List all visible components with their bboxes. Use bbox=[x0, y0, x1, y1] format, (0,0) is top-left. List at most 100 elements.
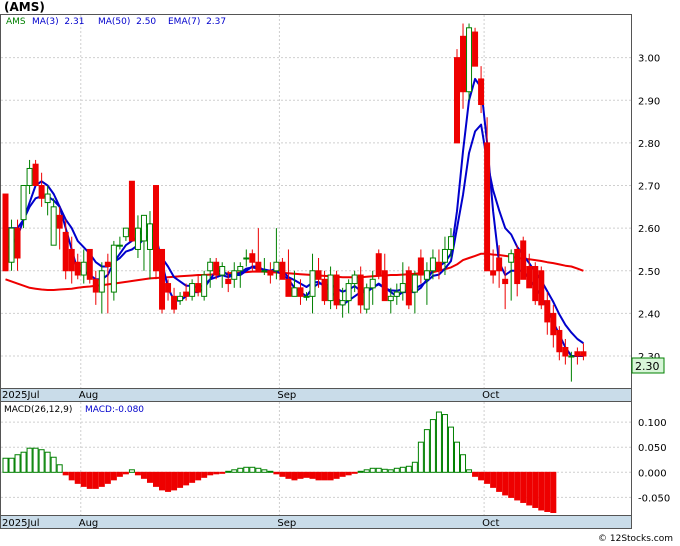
macd-bar bbox=[159, 471, 166, 491]
macd-bar bbox=[447, 426, 454, 473]
macd-bar bbox=[201, 471, 208, 478]
macd-bar bbox=[225, 470, 232, 473]
candle-body bbox=[490, 270, 497, 276]
candle-body bbox=[381, 270, 388, 302]
candle-body bbox=[201, 274, 208, 297]
candle-body bbox=[291, 287, 298, 297]
candle-body bbox=[249, 253, 256, 263]
candle-body bbox=[556, 329, 563, 353]
macd-bar bbox=[508, 471, 515, 498]
x-tick-label: Sep bbox=[277, 390, 296, 401]
macd-bar bbox=[345, 471, 352, 476]
macd-bar bbox=[267, 470, 274, 473]
candle-body bbox=[478, 78, 485, 106]
price-tick-label: 2.90 bbox=[638, 96, 660, 107]
x-tick-label: Oct bbox=[482, 518, 499, 529]
macd-bar bbox=[381, 468, 388, 473]
candle-body bbox=[2, 193, 9, 272]
legend-ma3: MA(3) 2.31 bbox=[32, 17, 84, 27]
candle-body bbox=[44, 193, 51, 204]
macd-bar bbox=[177, 471, 184, 488]
macd-bar bbox=[44, 451, 51, 473]
macd-bar bbox=[399, 466, 406, 473]
candle-body bbox=[429, 257, 436, 272]
macd-tick-label: 0.000 bbox=[638, 468, 667, 479]
candle-body bbox=[273, 261, 280, 272]
candle-body bbox=[183, 291, 190, 297]
macd-bar bbox=[128, 469, 135, 473]
macd-bar bbox=[429, 419, 436, 473]
candle-body bbox=[38, 185, 45, 199]
x-tick-label: Aug bbox=[79, 518, 99, 529]
watermark: © 12Stocks.com bbox=[598, 534, 673, 544]
candle-body bbox=[50, 206, 57, 246]
candle-body bbox=[32, 163, 39, 187]
candle-body bbox=[514, 248, 521, 285]
macd-bar bbox=[315, 471, 322, 481]
macd-bar bbox=[351, 471, 358, 474]
candle-body bbox=[92, 278, 99, 293]
macd-bar bbox=[20, 451, 27, 473]
candle-body bbox=[309, 270, 316, 297]
macd-bar bbox=[183, 471, 190, 486]
macd-bar bbox=[303, 471, 310, 478]
candle-body bbox=[56, 214, 63, 229]
macd-bar bbox=[104, 471, 111, 484]
candle-body bbox=[14, 227, 21, 259]
macd-bar bbox=[321, 471, 328, 481]
candle-body bbox=[520, 240, 527, 280]
macd-bar bbox=[526, 471, 533, 506]
candle-body bbox=[255, 261, 262, 272]
candle-body bbox=[357, 274, 364, 306]
macd-bar bbox=[26, 447, 33, 473]
candle-body bbox=[86, 248, 93, 280]
x-tick-label: Aug bbox=[79, 390, 99, 401]
macd-bar bbox=[134, 471, 141, 476]
macd-bar bbox=[363, 469, 370, 473]
candle-body bbox=[261, 270, 268, 273]
macd-bar bbox=[484, 471, 491, 484]
macd-bar bbox=[333, 471, 340, 479]
candle-body bbox=[496, 257, 503, 272]
candle-body bbox=[526, 266, 533, 289]
candle-body bbox=[219, 266, 226, 276]
macd-bar bbox=[423, 429, 430, 473]
candle-body bbox=[153, 185, 159, 272]
macd-bar bbox=[116, 471, 123, 477]
candle-body bbox=[68, 248, 75, 272]
macd-bar bbox=[285, 471, 292, 479]
candle-body bbox=[195, 283, 202, 293]
candle-body bbox=[399, 283, 406, 293]
candle-body bbox=[128, 180, 135, 242]
macd-bar bbox=[56, 464, 63, 473]
x-tick-label: 2025Jul bbox=[2, 518, 40, 529]
candle-body bbox=[98, 270, 105, 293]
macd-bar bbox=[369, 467, 376, 473]
macd-bar bbox=[544, 471, 551, 512]
macd-bar bbox=[80, 471, 87, 487]
macd-bar bbox=[249, 466, 256, 473]
price-y-axis-labels: 2.302.402.502.602.702.802.903.00 bbox=[638, 54, 660, 363]
candle-body bbox=[297, 287, 304, 297]
candle-body bbox=[80, 261, 87, 276]
candle-body bbox=[116, 244, 123, 247]
macd-bar bbox=[393, 467, 400, 473]
candle-body bbox=[363, 287, 370, 310]
candle-body bbox=[460, 35, 467, 93]
candle-body bbox=[159, 248, 166, 310]
macd-bar bbox=[279, 471, 286, 477]
candle-body bbox=[345, 283, 352, 302]
macd-tick-label: 0.100 bbox=[638, 418, 667, 429]
candle-body bbox=[315, 270, 322, 280]
candle-body bbox=[472, 31, 479, 67]
x-tick-label: Oct bbox=[482, 390, 499, 401]
macd-bar bbox=[207, 471, 214, 476]
macd-bar bbox=[231, 469, 238, 473]
macd-bar bbox=[273, 471, 280, 475]
stock-chart: 2025Jul Aug Sep Oct 2.30 2.40 2.50 2.60 2.70 2.8… bbox=[0, 0, 673, 544]
candle-body bbox=[285, 278, 292, 297]
candle-body bbox=[321, 278, 328, 302]
candle-body bbox=[351, 274, 358, 285]
macd-bar bbox=[466, 469, 473, 473]
candle-body bbox=[466, 27, 473, 93]
